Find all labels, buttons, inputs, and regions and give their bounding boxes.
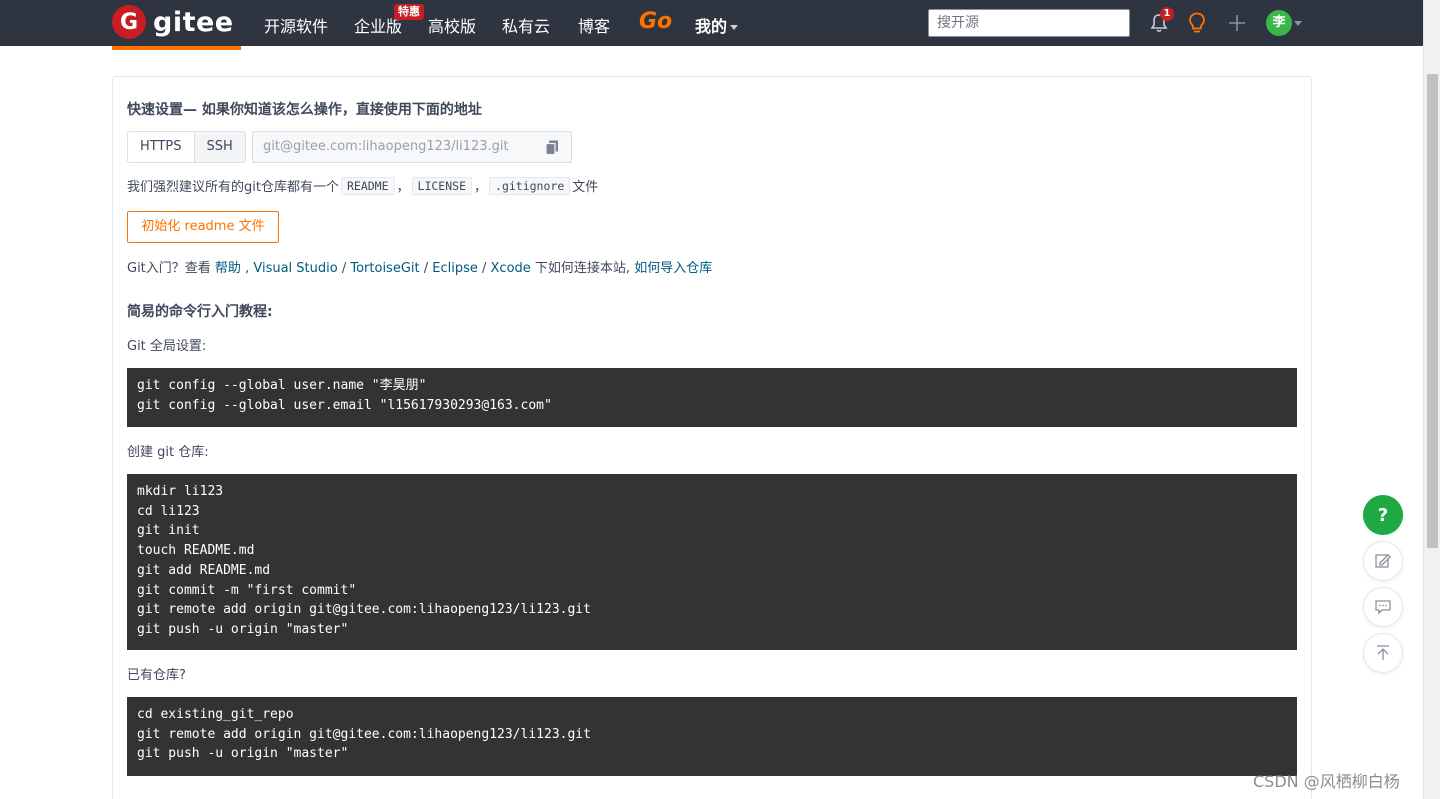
chat-icon <box>1375 600 1391 615</box>
code-line: cd existing_git_repo <box>137 707 294 722</box>
git-intro-sep: , <box>240 261 254 276</box>
nav-private-cloud[interactable]: 私有云 <box>502 13 550 37</box>
help-link[interactable]: 帮助 <box>215 261 241 276</box>
gitee-logo-mark: G <box>112 5 146 39</box>
code-line: git remote add origin git@gitee.com:liha… <box>137 726 591 742</box>
git-intro-middle: 下如何连接本站, <box>530 261 635 276</box>
init-readme-button[interactable]: 初始化 readme 文件 <box>127 211 279 243</box>
plus-icon[interactable] <box>1225 11 1249 35</box>
global-setup-code: git config --global user.name "李昊朋" git … <box>127 368 1297 427</box>
code-line: git add README.md <box>137 562 271 578</box>
slash-1: / <box>337 261 351 276</box>
global-setup-label: Git 全局设置: <box>127 339 207 354</box>
git-intro-line: Git入门？查看 帮助 , Visual Studio / TortoiseGi… <box>127 257 712 276</box>
edit-note-icon <box>1375 554 1391 568</box>
xcode-link[interactable]: Xcode <box>491 261 531 276</box>
search-input[interactable] <box>928 9 1130 37</box>
ssh-button[interactable]: SSH <box>193 132 245 162</box>
arrow-up-icon <box>1377 645 1389 660</box>
nav-mine-label: 我的 <box>695 17 728 36</box>
code-line: git push -u origin "master" <box>137 621 349 637</box>
code-line: git init <box>137 523 200 539</box>
code-line: touch README.md <box>137 543 255 559</box>
code-line: git remote add origin git@gitee.com:liha… <box>137 602 591 618</box>
page-scrollbar[interactable] <box>1423 0 1440 799</box>
eclipse-link[interactable]: Eclipse <box>432 261 478 276</box>
nav-discount-badge: 特惠 <box>394 4 424 20</box>
slash-2: / <box>419 261 433 276</box>
create-repo-code: mkdir li123 cd li123 git init touch READ… <box>127 474 1297 650</box>
gitee-logo-text: gitee <box>153 6 234 38</box>
license-tag: LICENSE <box>411 176 472 195</box>
tutorial-title: 简易的命令行入门教程: <box>127 304 273 320</box>
code-line: git commit -m "first commit" <box>137 582 357 598</box>
nav-go[interactable]: Go <box>639 9 672 34</box>
code-line: git config --global user.name "李昊朋" <box>137 378 427 393</box>
comment-button[interactable] <box>1363 587 1403 627</box>
git-intro-prefix: Git入门？查看 <box>127 261 215 276</box>
nav-mine[interactable]: 我的 <box>695 13 739 37</box>
code-line: git config --global user.email "l1561793… <box>137 397 552 413</box>
csdn-watermark: CSDN @风栖柳白杨 <box>1253 772 1400 791</box>
readme-tag: README <box>340 176 395 195</box>
nav-university[interactable]: 高校版 <box>428 13 476 37</box>
avatar-chevron-down-icon[interactable] <box>1294 21 1302 26</box>
avatar[interactable]: 李 <box>1266 10 1292 36</box>
notification-count-badge: 1 <box>1160 7 1174 21</box>
repo-url-field[interactable]: git@gitee.com:lihaopeng123/li123.git <box>252 131 572 163</box>
lightbulb-icon[interactable] <box>1185 11 1209 35</box>
existing-repo-code: cd existing_git_repo git remote add orig… <box>127 697 1297 776</box>
recommend-sep-2: ， <box>474 180 488 195</box>
https-button[interactable]: HTTPS <box>128 132 194 162</box>
code-line: mkdir li123 <box>137 484 224 499</box>
nav-blog[interactable]: 博客 <box>578 13 610 37</box>
repo-url-text: git@gitee.com:lihaopeng123/li123.git <box>263 139 509 154</box>
feedback-button[interactable] <box>1363 541 1403 581</box>
chevron-down-icon <box>730 25 739 30</box>
tortoisegit-link[interactable]: TortoiseGit <box>350 261 419 276</box>
question-icon: ? <box>1377 504 1389 526</box>
slash-3: / <box>477 261 491 276</box>
create-repo-label: 创建 git 仓库: <box>127 445 209 460</box>
code-line: git push -u origin "master" <box>137 746 349 762</box>
recommend-suffix: 文件 <box>572 180 599 195</box>
recommend-files-text: 我们强烈建议所有的git仓库都有一个 README ， LICENSE ， .g… <box>127 176 598 195</box>
quick-setup-title: 快速设置— 如果你知道该怎么操作，直接使用下面的地址 <box>127 102 482 118</box>
back-to-top-button[interactable] <box>1363 633 1403 673</box>
recommend-sep-1: ， <box>396 180 410 195</box>
help-button[interactable]: ? <box>1363 495 1403 535</box>
existing-repo-label: 已有仓库? <box>127 668 186 683</box>
scrollbar-thumb[interactable] <box>1427 74 1438 548</box>
gitee-logo[interactable]: G gitee <box>112 5 234 39</box>
protocol-toggle: HTTPS SSH <box>127 131 246 163</box>
import-repo-link[interactable]: 如何导入仓库 <box>634 261 712 276</box>
nav-open-source[interactable]: 开源软件 <box>264 13 328 37</box>
gitignore-tag: .gitignore <box>489 176 571 195</box>
copy-icon[interactable] <box>545 140 559 156</box>
visual-studio-link[interactable]: Visual Studio <box>253 261 337 276</box>
active-nav-underline <box>112 46 241 50</box>
recommend-prefix: 我们强烈建议所有的git仓库都有一个 <box>127 180 339 195</box>
code-line: cd li123 <box>137 503 200 519</box>
